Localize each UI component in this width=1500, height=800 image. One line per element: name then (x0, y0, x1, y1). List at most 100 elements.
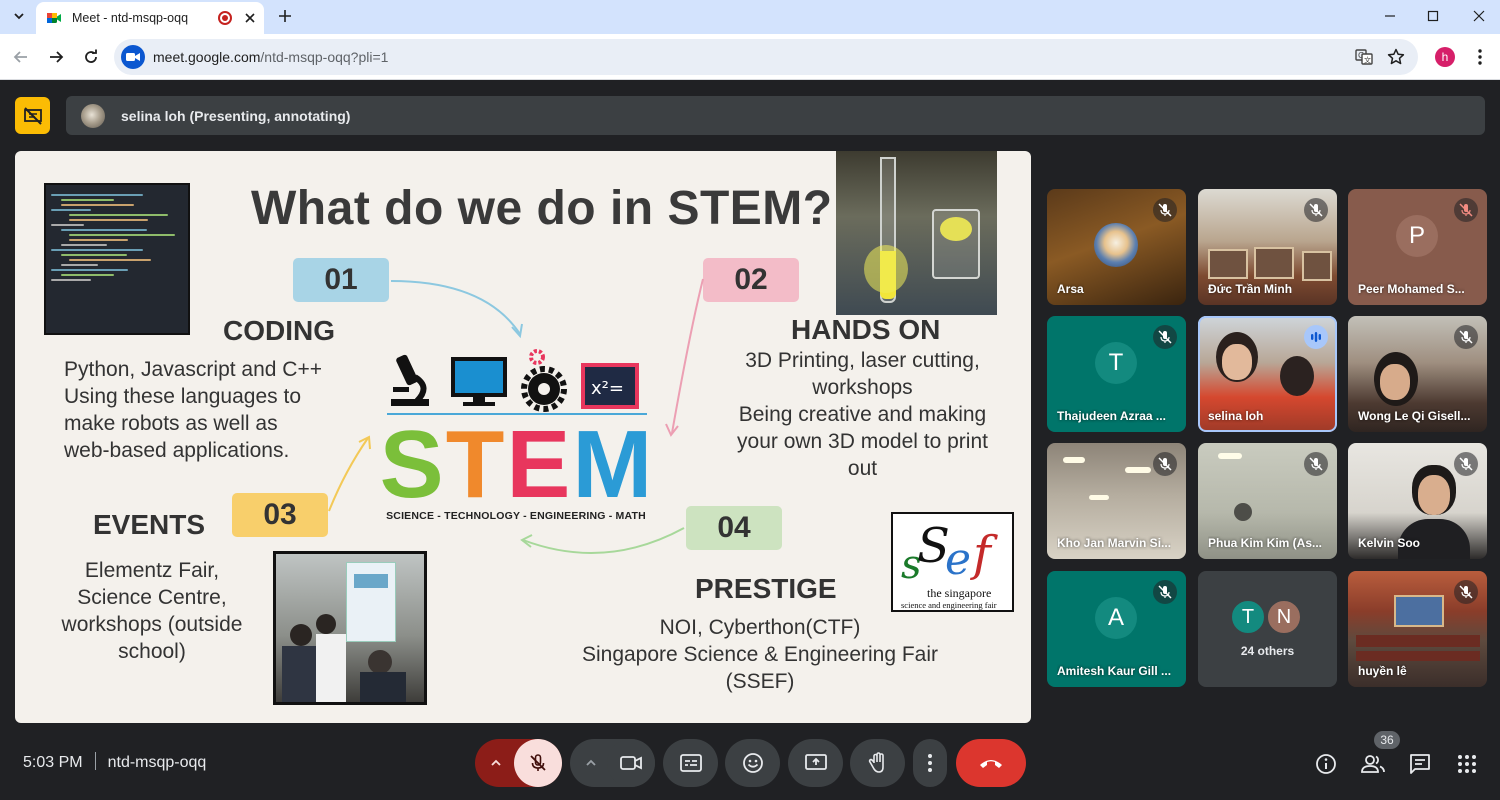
people-button[interactable] (1355, 746, 1391, 782)
stem-tagline: SCIENCE - TECHNOLOGY - ENGINEERING - MAT… (386, 510, 646, 522)
audio-options-button[interactable] (475, 739, 517, 787)
video-options-button[interactable] (570, 739, 612, 787)
activities-button[interactable] (1449, 746, 1485, 782)
url-text[interactable]: meet.google.com/ntd-msqp-oqq?pli=1 (153, 49, 388, 65)
stem-letter-t: T (445, 411, 505, 518)
close-window-button[interactable] (1456, 0, 1500, 32)
participant-tile[interactable]: Arsa (1047, 189, 1186, 305)
plus-icon (279, 10, 291, 22)
tab-search-button[interactable] (6, 4, 32, 28)
star-icon (1387, 48, 1405, 65)
participant-tile[interactable]: Wong Le Qi Gisell... (1348, 316, 1487, 432)
others-avatar-2: N (1266, 599, 1302, 635)
forward-button[interactable] (41, 42, 71, 72)
url-host: meet.google.com (153, 49, 261, 65)
coding-line-4: web-based applications. (64, 439, 290, 462)
arrow-left-icon (13, 51, 27, 63)
minimize-icon (1385, 15, 1395, 17)
presenter-label: selina loh (Presenting, annotating) (121, 107, 351, 124)
prestige-text: NOI, Cyberthon(CTF) Singapore Science & … (561, 614, 959, 695)
participant-name: huyền lê (1358, 664, 1407, 678)
participant-initial-avatar: T (1095, 342, 1137, 384)
participant-tile[interactable]: huyền lê (1348, 571, 1487, 687)
ssef-letter-e: e (945, 534, 972, 585)
meeting-details-button[interactable] (1308, 746, 1344, 782)
stem-icon-row: x²= (387, 349, 647, 415)
translate-icon: G文 (1355, 49, 1373, 65)
meeting-info: 5:03 PM ntd-msqp-oqq (23, 752, 206, 772)
url-path: /ntd-msqp-oqq?pli=1 (260, 49, 389, 65)
participant-name: Amitesh Kaur Gill ... (1057, 664, 1172, 678)
participant-name: Kelvin Soo (1358, 536, 1421, 550)
prestige-line-3: (SSEF) (725, 670, 795, 693)
profile-avatar[interactable]: h (1435, 47, 1455, 67)
microphone-toggle-button[interactable] (514, 739, 562, 787)
reload-button[interactable] (76, 42, 106, 72)
participant-tile[interactable]: Kho Jan Marvin Si... (1047, 443, 1186, 559)
participant-name: Peer Mohamed S... (1358, 282, 1465, 296)
chevron-up-icon (586, 759, 596, 766)
close-tab-icon[interactable] (244, 12, 256, 24)
translate-button[interactable]: G文 (1352, 45, 1376, 69)
leave-call-button[interactable] (956, 739, 1026, 787)
participant-tile[interactable]: Phua Kim Kim (As... (1198, 443, 1337, 559)
hands-on-heading: HANDS ON (791, 314, 941, 345)
close-icon (1473, 10, 1485, 22)
tab-title: Meet - ntd-msqp-oqq (72, 11, 189, 25)
participant-name: Đức Trần Minh (1208, 282, 1293, 296)
meeting-time: 5:03 PM (23, 754, 83, 771)
raise-hand-button[interactable] (850, 739, 905, 787)
people-icon (1361, 755, 1385, 773)
participant-tile[interactable]: P Peer Mohamed S... (1348, 189, 1487, 305)
reactions-button[interactable] (725, 739, 780, 787)
maximize-button[interactable] (1410, 0, 1456, 32)
participant-name: Phua Kim Kim (As... (1208, 536, 1323, 550)
others-count-label: 24 others (1240, 644, 1295, 658)
microscope-icon (391, 354, 429, 406)
mic-off-icon (1153, 580, 1177, 604)
browser-tab-strip: Meet - ntd-msqp-oqq (0, 0, 1500, 34)
more-options-button[interactable] (913, 739, 947, 787)
mic-off-icon (1454, 580, 1478, 604)
hands-on-line-3: Being creative and making (738, 403, 987, 426)
participant-avatar (1094, 223, 1138, 267)
browser-tab[interactable]: Meet - ntd-msqp-oqq (36, 2, 264, 34)
mic-off-icon (1153, 198, 1177, 222)
apps-grid-icon (1458, 755, 1476, 773)
video-camera-icon (620, 756, 642, 770)
present-now-button[interactable] (788, 739, 843, 787)
browser-menu-button[interactable] (1465, 42, 1495, 72)
coding-heading: CODING (223, 315, 335, 346)
gear-icon (521, 349, 567, 412)
minimize-button[interactable] (1367, 0, 1413, 32)
monitor-icon (451, 357, 507, 406)
others-tile[interactable]: T N 24 others (1198, 571, 1337, 687)
back-button[interactable] (6, 42, 36, 72)
chat-button[interactable] (1402, 746, 1438, 782)
new-tab-button[interactable] (272, 4, 298, 28)
camera-icon (126, 53, 140, 61)
divider (94, 752, 96, 770)
participant-tile[interactable]: Kelvin Soo (1348, 443, 1487, 559)
bookmark-star-button[interactable] (1384, 45, 1408, 69)
participant-tile[interactable]: A Amitesh Kaur Gill ... (1047, 571, 1186, 687)
hang-up-icon (980, 760, 1002, 768)
coding-text: Python, Javascript and C++ Using these l… (64, 356, 322, 464)
mic-off-icon (1304, 452, 1328, 476)
camera-toggle-button[interactable] (607, 739, 655, 787)
stem-letter-m: M (572, 411, 653, 518)
mic-off-icon (1153, 325, 1177, 349)
participant-name: Kho Jan Marvin Si... (1057, 536, 1172, 550)
participant-tile[interactable]: Đức Trần Minh (1198, 189, 1337, 305)
address-bar[interactable]: meet.google.com/ntd-msqp-oqq?pli=1 G文 (114, 39, 1418, 75)
events-heading: EVENTS (93, 509, 206, 540)
captions-button[interactable] (663, 739, 718, 787)
emoji-icon (742, 753, 763, 773)
stem-letter-s: S (379, 411, 444, 518)
site-info-icon[interactable] (121, 45, 145, 69)
stop-presentation-view-button[interactable] (15, 97, 50, 134)
participant-tile[interactable]: selina loh (1198, 316, 1337, 432)
ssef-logo: s S e f the singapore science and engine… (891, 512, 1014, 612)
participant-tile[interactable]: T Thajudeen Azraa ... (1047, 316, 1186, 432)
svg-text:文: 文 (1364, 56, 1371, 65)
